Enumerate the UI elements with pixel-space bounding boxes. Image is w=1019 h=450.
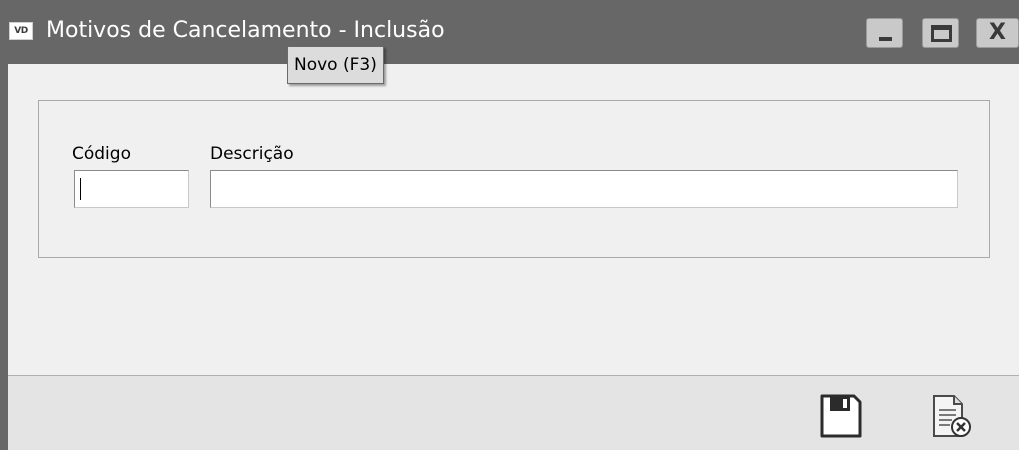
dialog-window: VD Motivos de Cancelamento - Inclusão X … — [0, 0, 1019, 450]
maximize-button[interactable] — [922, 18, 959, 48]
codigo-label: Código — [72, 144, 131, 164]
minimize-button[interactable] — [866, 18, 903, 48]
app-icon[interactable]: VD — [9, 22, 33, 40]
window-left-border — [0, 64, 8, 450]
cancel-button[interactable] — [926, 392, 974, 440]
codigo-input[interactable] — [74, 170, 189, 208]
descricao-input[interactable] — [210, 170, 958, 208]
close-button[interactable]: X — [976, 18, 1019, 48]
descricao-label: Descrição — [210, 144, 294, 164]
floppy-disk-icon — [820, 394, 862, 438]
text-caret — [80, 178, 81, 200]
document-cancel-icon — [933, 395, 971, 437]
close-icon: X — [989, 20, 1006, 45]
maximize-icon — [931, 25, 952, 42]
save-button[interactable] — [816, 392, 864, 440]
minimize-icon — [879, 37, 892, 41]
window-title: Motivos de Cancelamento - Inclusão — [46, 18, 445, 43]
bottom-toolbar — [8, 375, 1019, 450]
tooltip: Novo (F3) — [287, 46, 384, 84]
title-bar[interactable]: VD Motivos de Cancelamento - Inclusão X — [0, 0, 1019, 64]
